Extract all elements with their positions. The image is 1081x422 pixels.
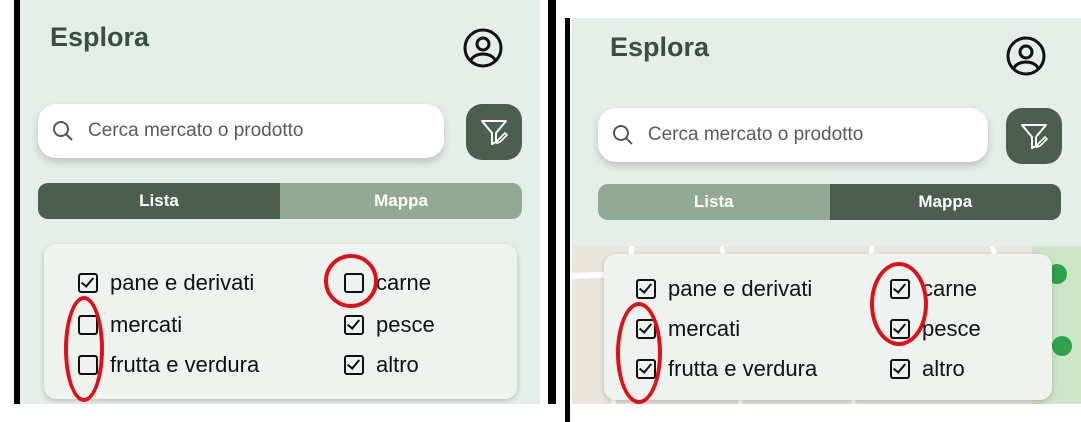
search-field[interactable] <box>598 108 988 162</box>
tab-lista[interactable]: Lista <box>38 183 280 219</box>
user-avatar-icon[interactable] <box>1006 36 1046 76</box>
annotation-circle-carne <box>324 254 378 308</box>
tab-lista[interactable]: Lista <box>598 184 830 220</box>
search-input[interactable] <box>86 119 430 143</box>
filter-card: pane e derivati mercati frutta e verdura… <box>44 244 517 399</box>
filter-altro[interactable]: altro <box>890 356 965 382</box>
checkbox-checked[interactable] <box>636 279 656 299</box>
filter-edit-icon <box>481 120 509 145</box>
divider <box>548 0 556 404</box>
filter-label: pesce <box>376 312 435 337</box>
filter-label: pane e derivati <box>110 270 255 295</box>
filter-button[interactable] <box>1006 108 1062 164</box>
filter-label: frutta e verdura <box>110 352 260 377</box>
checkbox-checked[interactable] <box>78 273 98 293</box>
filter-label: pane e derivati <box>668 276 813 301</box>
search-icon <box>53 121 73 141</box>
search-icon <box>612 125 633 145</box>
filter-edit-icon <box>1021 124 1049 149</box>
filter-pane-e-derivati[interactable]: pane e derivati <box>78 270 254 296</box>
search-field[interactable] <box>38 104 444 158</box>
filter-label: mercati <box>110 312 183 337</box>
filter-button[interactable] <box>466 104 522 160</box>
page-title: Esplora <box>50 22 150 52</box>
search-input[interactable] <box>645 123 988 147</box>
annotation-circle-left <box>64 296 104 402</box>
filter-label: carne <box>376 270 432 295</box>
tab-mappa[interactable]: Mappa <box>829 184 1061 220</box>
checkbox-checked[interactable] <box>344 315 364 335</box>
filter-pane-e-derivati[interactable]: pane e derivati <box>636 276 812 302</box>
filter-label: mercati <box>668 316 741 341</box>
filter-pesce[interactable]: pesce <box>344 312 435 338</box>
filter-label: carne <box>922 276 978 301</box>
user-avatar-icon[interactable] <box>463 28 503 68</box>
tab-mappa[interactable]: Mappa <box>280 183 522 219</box>
filter-label: altro <box>922 356 965 381</box>
filter-label: altro <box>376 352 419 377</box>
filter-frutta-e-verdura[interactable]: frutta e verdura <box>78 352 259 378</box>
filter-altro[interactable]: altro <box>344 352 419 378</box>
page-title: Esplora <box>610 32 710 62</box>
view-tabs: Lista Mappa <box>38 183 522 219</box>
filter-label: frutta e verdura <box>668 356 818 381</box>
filter-label: pesce <box>922 316 981 341</box>
annotation-circle-right <box>616 302 662 404</box>
annotation-circle-carne-right <box>870 262 928 346</box>
filter-frutta-e-verdura[interactable]: frutta e verdura <box>636 356 817 382</box>
checkbox-checked[interactable] <box>344 355 364 375</box>
checkbox-checked[interactable] <box>890 359 910 379</box>
view-tabs: Lista Mappa <box>598 184 1061 220</box>
right-border <box>565 18 570 422</box>
filter-card: pane e derivati mercati frutta e verdura… <box>604 254 1052 400</box>
